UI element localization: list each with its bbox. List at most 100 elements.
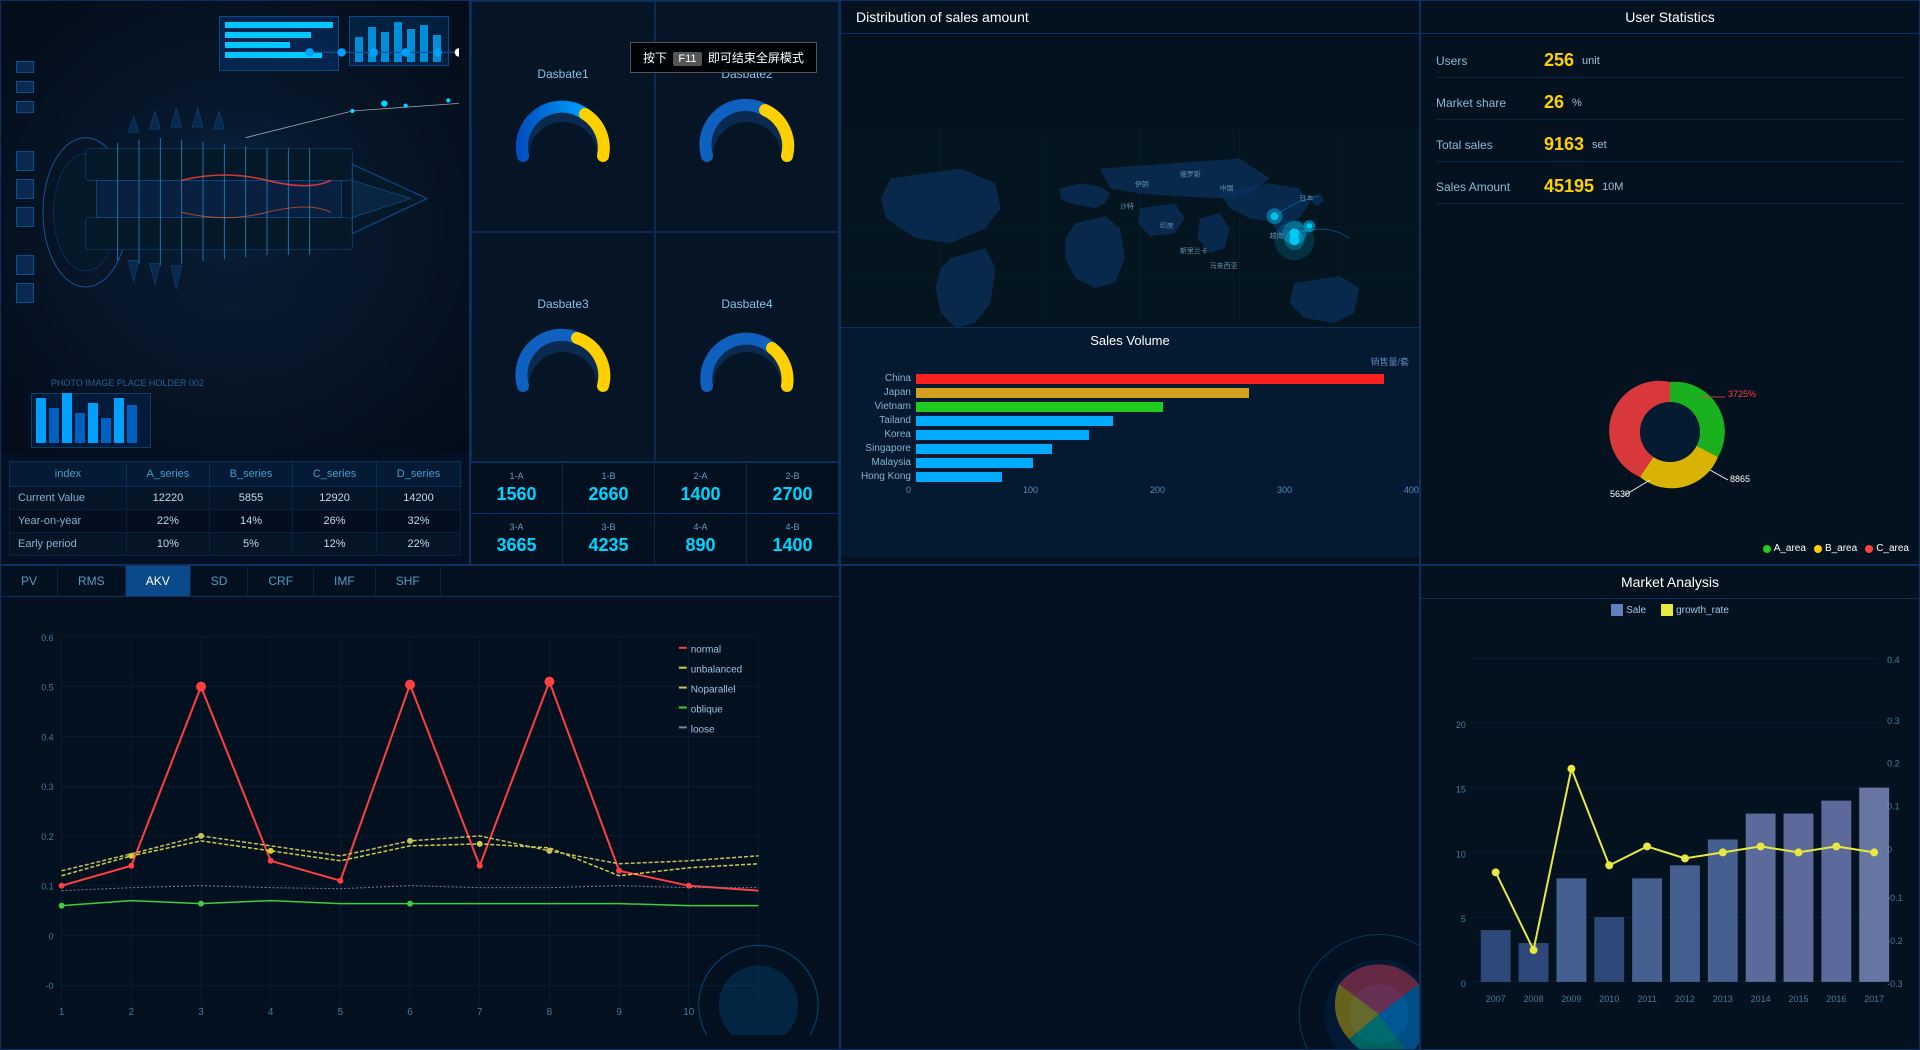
- stat-unit: unit: [1582, 55, 1600, 67]
- donut-chart-svg: 3725% 5630 8865: [1570, 352, 1770, 512]
- bar-country-label: Vietnam: [851, 401, 911, 412]
- machine-visual: PHOTO IMAGE PLACE HOLDER 002: [1, 1, 469, 453]
- col-c: C_series: [293, 462, 377, 487]
- row-label: Early period: [10, 533, 127, 556]
- svg-text:2013: 2013: [1713, 994, 1733, 1004]
- user-stat-row: Sales Amount4519510M: [1436, 170, 1904, 204]
- bar-country-label: Japan: [851, 387, 911, 398]
- chart-tab-rms[interactable]: RMS: [58, 566, 126, 596]
- metric-cell: 2-A1400: [655, 463, 747, 513]
- svg-text:0.1: 0.1: [41, 882, 53, 892]
- user-stat-row: Market share26%: [1436, 86, 1904, 120]
- distribution-panel: Distribution of sales amount: [840, 0, 1420, 565]
- axis-label: 300: [1277, 485, 1292, 495]
- bar-fill: [916, 416, 1113, 426]
- legend-color-dot: [1814, 545, 1822, 553]
- svg-text:2010: 2010: [1599, 994, 1619, 1004]
- row-value: 12920: [293, 487, 377, 510]
- bar-fill-wrap: [916, 472, 1409, 482]
- metrics-row-2: 3-A36653-B42354-A8904-B1400: [471, 513, 839, 564]
- svg-text:15: 15: [1456, 785, 1466, 795]
- metric-cell: 3-B4235: [563, 514, 655, 564]
- svg-text:2017: 2017: [1864, 994, 1884, 1004]
- legend-label: B_area: [1825, 543, 1857, 554]
- bar-fill-wrap: [916, 430, 1409, 440]
- row-value: 26%: [293, 510, 377, 533]
- bar-row: China: [851, 373, 1409, 384]
- bar-fill-wrap: [916, 416, 1409, 426]
- map-area: © Mapbox © OpenStreetMap Improve this ma…: [841, 34, 1419, 557]
- bar-fill: [916, 472, 1002, 482]
- row-value: 5855: [209, 487, 292, 510]
- bar-row: Malaysia: [851, 457, 1409, 468]
- gauge-4-label: Dasbate4: [721, 297, 772, 311]
- metric-cell: 2-B2700: [747, 463, 839, 513]
- metric-value: 1400: [680, 484, 720, 505]
- legend-item: C_area: [1865, 543, 1909, 554]
- gauge-2: Dasbate2: [655, 1, 839, 232]
- axis-label: 400: [1404, 485, 1419, 495]
- sales-volume-panel: Sales Volume 销售量/套 ChinaJapanVietnamTail…: [841, 327, 1419, 557]
- chart-tab-akv[interactable]: AKV: [126, 566, 191, 596]
- metric-cell: 1-A1560: [471, 463, 563, 513]
- legend-label: C_area: [1876, 543, 1909, 554]
- svg-text:3: 3: [198, 1007, 204, 1018]
- donut-chart-area: 3725% 5630 8865 A_areaB_areaC_area: [1421, 299, 1919, 564]
- chart-tab-shf[interactable]: SHF: [376, 566, 441, 596]
- donut-legend: A_areaB_areaC_area: [1763, 543, 1909, 554]
- svg-text:2015: 2015: [1789, 994, 1809, 1004]
- svg-text:伊朗: 伊朗: [1135, 179, 1149, 188]
- bottom-bar-chart: [31, 393, 151, 448]
- svg-text:越南: 越南: [1270, 231, 1284, 240]
- row-value: 5%: [209, 533, 292, 556]
- svg-text:0.6: 0.6: [41, 633, 53, 643]
- legend-item: B_area: [1814, 543, 1857, 554]
- svg-text:0.2: 0.2: [41, 832, 53, 842]
- svg-text:oblique: oblique: [691, 704, 724, 715]
- market-legend-item: Sale: [1611, 604, 1646, 616]
- row-value: 10%: [126, 533, 209, 556]
- metric-label: 3-A: [509, 522, 523, 532]
- row-value: 14200: [377, 487, 461, 510]
- chart-tab-crf[interactable]: CRF: [248, 566, 314, 596]
- svg-text:中国: 中国: [1220, 183, 1234, 192]
- stat-value: 45195: [1544, 176, 1594, 197]
- market-analysis-panel: Market Analysis Salegrowth_rate 0 5: [1420, 565, 1920, 1050]
- gauge-4-svg: [697, 316, 797, 396]
- bar-country-label: Singapore: [851, 443, 911, 454]
- bar-row: Tailand: [851, 415, 1409, 426]
- bar-axis: 0100200300400: [841, 485, 1419, 495]
- legend-dot: [1611, 604, 1623, 616]
- bar-fill: [916, 430, 1089, 440]
- col-b: B_series: [209, 462, 292, 487]
- stat-value: 26: [1544, 92, 1564, 113]
- stat-value: 256: [1544, 50, 1574, 71]
- machine-panel: PHOTO IMAGE PLACE HOLDER 002 index A_se: [0, 0, 470, 565]
- svg-text:俄罗斯: 俄罗斯: [1180, 169, 1201, 178]
- metric-value: 2660: [588, 484, 628, 505]
- svg-text:8: 8: [547, 1007, 553, 1018]
- bar-fill-wrap: [916, 374, 1409, 384]
- svg-text:0.3: 0.3: [41, 782, 53, 792]
- svg-text:5: 5: [1461, 914, 1466, 924]
- metric-cell: 4-B1400: [747, 514, 839, 564]
- stat-label: Market share: [1436, 96, 1536, 110]
- legend-label: Sale: [1626, 605, 1646, 616]
- svg-text:印度: 印度: [1160, 221, 1174, 230]
- svg-text:8865: 8865: [1730, 474, 1750, 484]
- gauge-1-svg: [513, 86, 613, 166]
- chart-tabs: PVRMSAKVSDCRFIMFSHF: [1, 566, 839, 597]
- svg-text:马来西亚: 马来西亚: [1210, 262, 1238, 270]
- bar-fill: [916, 444, 1052, 454]
- chart-tab-sd[interactable]: SD: [191, 566, 249, 596]
- bar-row: Vietnam: [851, 401, 1409, 412]
- chart-tab-pv[interactable]: PV: [1, 566, 58, 596]
- gauges-panel: Dasbate1: [470, 0, 840, 565]
- svg-text:2: 2: [129, 1007, 135, 1018]
- bar-country-label: Korea: [851, 429, 911, 440]
- stat-label: Sales Amount: [1436, 180, 1536, 194]
- user-stats-title: User Statistics: [1421, 1, 1919, 34]
- chart-tab-imf[interactable]: IMF: [314, 566, 376, 596]
- line-chart-svg: 0.6 0.5 0.4 0.3 0.2 0.1 0 -0 1 2 3 4 5 6…: [1, 597, 839, 1035]
- stat-unit: set: [1592, 139, 1607, 151]
